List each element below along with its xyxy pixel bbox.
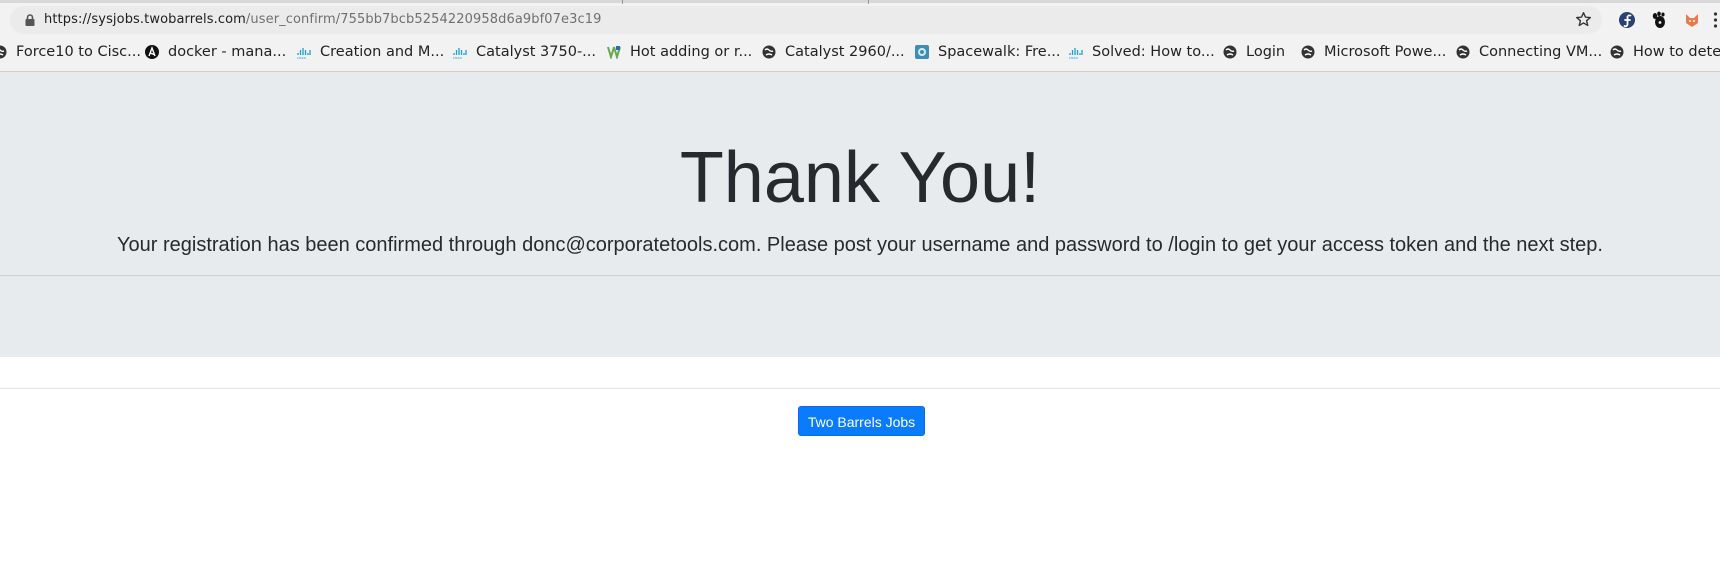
ansible-icon [145,45,159,59]
bookmark-label: Hot adding or r... [630,44,753,60]
bookmark-item[interactable]: Microsoft Powe... [1301,40,1446,64]
bookmark-item[interactable]: Login [1223,40,1285,64]
jumbotron: Thank You! Your registration has been co… [0,72,1720,357]
spacewalk-icon [915,45,929,59]
bookmark-item[interactable]: Force10 to Cisc... [0,40,141,64]
svg-text:cisco: cisco [297,56,306,59]
bookmark-label: Solved: How to... [1092,44,1215,60]
url-text: https://sysjobs.twobarrels.com/user_conf… [44,12,601,27]
browser-chrome: https://sysjobs.twobarrels.com/user_conf… [0,0,1720,72]
bookmark-item[interactable]: cisco Creation and M... [297,40,444,64]
bookmark-item[interactable]: docker - mana... [145,40,286,64]
bookmark-label: Force10 to Cisc... [16,44,141,60]
bookmark-item[interactable]: Connecting VM... [1456,40,1602,64]
svg-text:cisco: cisco [1069,56,1078,59]
cisco-icon: cisco [297,48,311,59]
address-bar[interactable]: https://sysjobs.twobarrels.com/user_conf… [10,6,1602,34]
bookmark-item[interactable]: Spacewalk: Fre... [915,40,1061,64]
lock-icon [25,14,35,26]
url-path: /user_confirm/755bb7bcb5254220958d6a9bf0… [245,12,602,27]
bookmark-label: Catalyst 3750-... [476,44,597,60]
gnome-icon[interactable] [1650,11,1668,29]
page-title: Thank You! [679,138,1041,218]
cisco-icon: cisco [453,48,467,59]
confirmation-message: Your registration has been confirmed thr… [117,234,1603,256]
bookmark-item[interactable]: Hot adding or r... [607,40,752,64]
bookmark-label: Login [1246,44,1286,60]
globe-icon [1301,45,1315,59]
menu-icon[interactable] [1711,11,1720,29]
bookmark-item[interactable]: cisco Solved: How to... [1069,40,1215,64]
bookmark-item[interactable]: How to detec [1610,40,1720,64]
bookmark-item[interactable]: Catalyst 2960/... [762,40,905,64]
bookmark-label: How to detec [1633,44,1720,60]
bookmark-star-icon[interactable] [1575,11,1592,28]
bookmark-label: Connecting VM... [1479,44,1603,60]
globe-icon [0,45,7,59]
globe-icon [1456,45,1470,59]
tab-edge-right [868,0,869,4]
bookmark-label: Spacewalk: Fre... [938,44,1061,60]
tab-strip [0,0,1720,3]
hero-divider [0,275,1720,276]
tab-edge-left [622,0,623,4]
bookmark-label: docker - mana... [168,44,287,60]
globe-icon [1223,45,1237,59]
globe-icon [762,45,776,59]
bookmark-label: Microsoft Powe... [1324,44,1447,60]
bookmark-label: Creation and M... [320,44,445,60]
bookmarks-bar: Force10 to Cisc... docker - mana... cisc… [0,40,1720,64]
page-divider [0,388,1720,389]
globe-icon [1610,45,1624,59]
bookmark-label: Catalyst 2960/... [785,44,905,60]
two-barrels-jobs-button[interactable]: Two Barrels Jobs [798,406,925,436]
url-host: https://sysjobs.twobarrels.com [44,12,246,27]
fedora-icon[interactable] [1618,11,1636,29]
vmware-icon [607,46,621,59]
fox-icon[interactable] [1683,11,1701,29]
bookmark-item[interactable]: cisco Catalyst 3750-... [453,40,596,64]
cisco-icon: cisco [1069,48,1083,59]
svg-text:cisco: cisco [453,56,462,59]
